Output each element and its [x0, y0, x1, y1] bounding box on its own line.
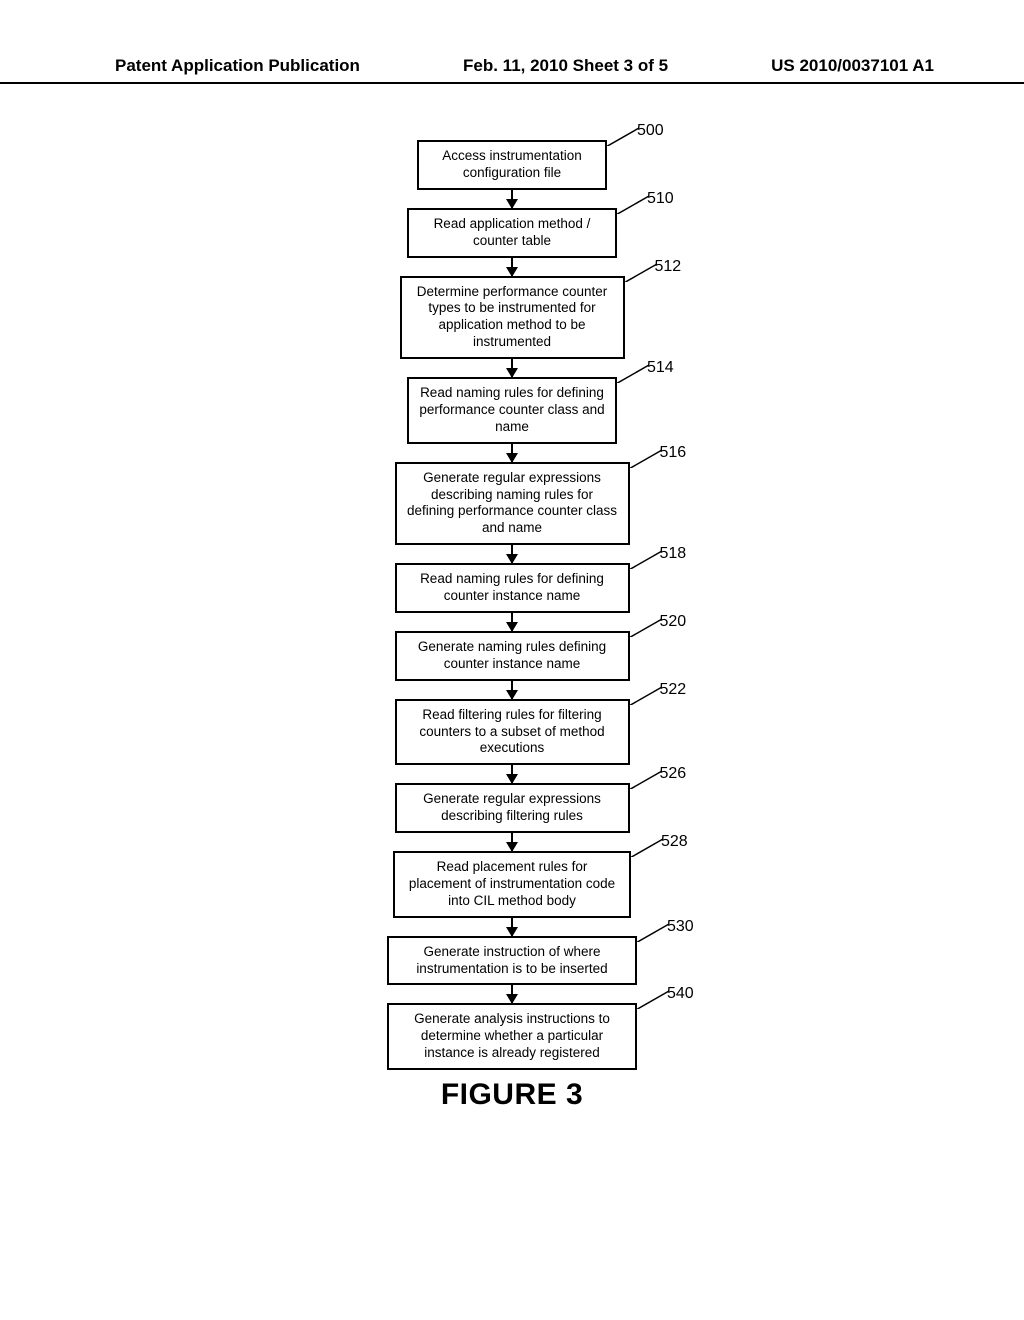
- flow-step-540: Generate analysis instructions to determ…: [302, 1003, 722, 1070]
- figure-label: FIGURE 3: [302, 1078, 722, 1112]
- arrow-down-icon: [511, 545, 513, 563]
- flow-step-526: Generate regular expressions describing …: [302, 783, 722, 833]
- flow-box-512: Determine performance counter types to b…: [400, 276, 625, 360]
- flow-step-522: Read filtering rules for filtering count…: [302, 699, 722, 766]
- flow-callout-512: 512: [655, 258, 682, 276]
- flow-box-530: Generate instruction of where instrument…: [387, 936, 637, 986]
- flow-step-528: Read placement rules for placement of in…: [302, 851, 722, 918]
- flow-box-514: Read naming rules for defining performan…: [407, 377, 617, 444]
- flow-box-500: Access instrumentation configuration fil…: [417, 140, 607, 190]
- flow-callout-540: 540: [667, 985, 694, 1003]
- arrow-down-icon: [511, 444, 513, 462]
- page-header: Patent Application Publication Feb. 11, …: [0, 0, 1024, 84]
- flow-callout-520: 520: [660, 613, 687, 631]
- flow-step-512: Determine performance counter types to b…: [302, 276, 722, 360]
- arrow-down-icon: [511, 918, 513, 936]
- flow-step-510: Read application method / counter table5…: [302, 208, 722, 258]
- flow-box-540: Generate analysis instructions to determ…: [387, 1003, 637, 1070]
- flow-step-514: Read naming rules for defining performan…: [302, 377, 722, 444]
- flow-step-520: Generate naming rules defining counter i…: [302, 631, 722, 681]
- flow-box-528: Read placement rules for placement of in…: [393, 851, 631, 918]
- flow-callout-516: 516: [660, 444, 687, 462]
- flow-step-516: Generate regular expressions describing …: [302, 462, 722, 546]
- flow-box-510: Read application method / counter table: [407, 208, 617, 258]
- flow-box-518: Read naming rules for defining counter i…: [395, 563, 630, 613]
- arrow-down-icon: [511, 681, 513, 699]
- flow-callout-528: 528: [661, 833, 688, 851]
- arrow-down-icon: [511, 190, 513, 208]
- flow-step-530: Generate instruction of where instrument…: [302, 936, 722, 986]
- header-center: Feb. 11, 2010 Sheet 3 of 5: [463, 56, 668, 76]
- arrow-down-icon: [511, 258, 513, 276]
- flowchart: Access instrumentation configuration fil…: [302, 140, 722, 1112]
- flow-box-522: Read filtering rules for filtering count…: [395, 699, 630, 766]
- header-left: Patent Application Publication: [115, 56, 360, 76]
- flow-callout-500: 500: [637, 122, 664, 140]
- arrow-down-icon: [511, 359, 513, 377]
- flow-callout-522: 522: [660, 681, 687, 699]
- flow-callout-526: 526: [660, 765, 687, 783]
- flow-callout-510: 510: [647, 190, 674, 208]
- flow-callout-518: 518: [660, 545, 687, 563]
- header-right: US 2010/0037101 A1: [771, 56, 934, 76]
- arrow-down-icon: [511, 985, 513, 1003]
- flow-callout-514: 514: [647, 359, 674, 377]
- flow-box-516: Generate regular expressions describing …: [395, 462, 630, 546]
- flow-step-518: Read naming rules for defining counter i…: [302, 563, 722, 613]
- flow-box-526: Generate regular expressions describing …: [395, 783, 630, 833]
- arrow-down-icon: [511, 765, 513, 783]
- arrow-down-icon: [511, 613, 513, 631]
- arrow-down-icon: [511, 833, 513, 851]
- flow-box-520: Generate naming rules defining counter i…: [395, 631, 630, 681]
- flow-step-500: Access instrumentation configuration fil…: [302, 140, 722, 190]
- flow-callout-530: 530: [667, 918, 694, 936]
